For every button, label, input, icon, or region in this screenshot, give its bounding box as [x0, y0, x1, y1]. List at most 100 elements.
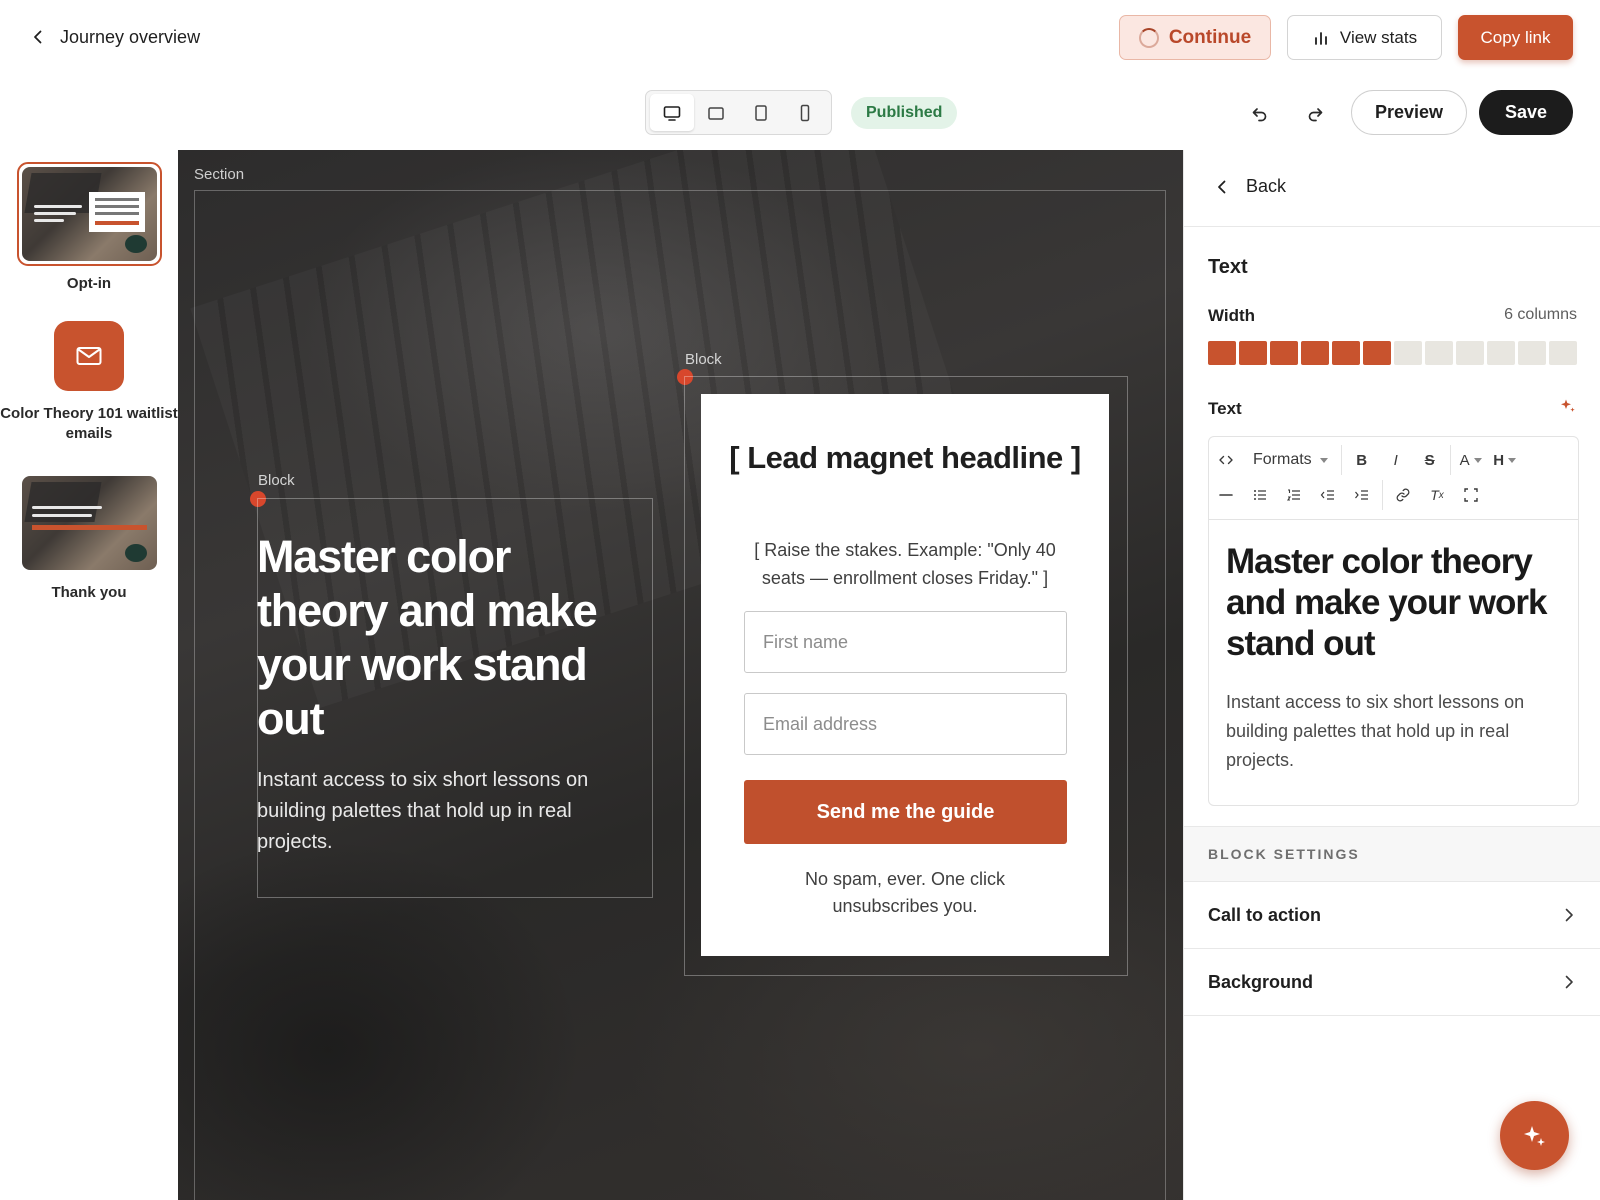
- width-column-cell[interactable]: [1301, 341, 1329, 365]
- tablet-portrait-icon: [754, 104, 767, 121]
- width-column-cell[interactable]: [1394, 341, 1422, 365]
- thumbnail-mug: [124, 544, 147, 562]
- first-name-input[interactable]: [744, 611, 1067, 673]
- step-label: Color Theory 101 waitlist emails: [0, 405, 178, 442]
- clear-formatting-button[interactable]: Tx: [1420, 480, 1454, 510]
- device-tablet-portrait-button[interactable]: [739, 94, 783, 131]
- chevron-down-icon: [1473, 457, 1482, 463]
- heading-dropdown[interactable]: H: [1488, 445, 1522, 475]
- top-bar: Journey overview Continue View stats Cop…: [0, 0, 1600, 75]
- thumbnail-line: [33, 219, 64, 222]
- horizontal-rule-button[interactable]: [1209, 480, 1243, 510]
- width-column-cell[interactable]: [1425, 341, 1453, 365]
- source-code-button[interactable]: [1209, 445, 1243, 475]
- device-desktop-button[interactable]: [650, 94, 695, 131]
- editor-content[interactable]: Master color theory and make your work s…: [1209, 519, 1578, 805]
- undo-button[interactable]: [1243, 97, 1277, 131]
- outdent-button[interactable]: [1311, 480, 1345, 510]
- link-icon: [1396, 488, 1410, 502]
- editor-headline[interactable]: Master color theory and make your work s…: [1226, 541, 1563, 664]
- horizontal-rule-icon: [1219, 494, 1233, 496]
- strikethrough-button[interactable]: S: [1413, 445, 1447, 475]
- lead-form-card: [ Lead magnet headline ] [ Raise the sta…: [701, 394, 1109, 956]
- text-color-dropdown[interactable]: A: [1454, 445, 1488, 475]
- continue-label: Continue: [1168, 26, 1252, 48]
- step-waitlist-emails[interactable]: Color Theory 101 waitlist emails: [0, 321, 178, 444]
- send-guide-button[interactable]: Send me the guide: [744, 780, 1067, 844]
- bar-chart-icon: [1315, 31, 1327, 45]
- bold-button[interactable]: B: [1345, 445, 1379, 475]
- step-thumbnail: [17, 471, 162, 575]
- mobile-icon: [800, 104, 810, 121]
- panel-back-button[interactable]: Back: [1214, 176, 1286, 197]
- sparkle-icon: [1523, 1125, 1545, 1146]
- formats-label: Formats: [1253, 451, 1312, 468]
- toolbar-separator: [1449, 445, 1451, 475]
- setting-label: Call to action: [1208, 904, 1322, 925]
- link-button[interactable]: [1386, 480, 1420, 510]
- section-label: Section: [194, 166, 245, 183]
- copy-link-button[interactable]: Copy link: [1458, 15, 1573, 60]
- fullscreen-icon: [1464, 488, 1478, 502]
- no-spam-note: No spam, ever. One click unsubscribes yo…: [804, 869, 1006, 916]
- width-label: Width: [1208, 306, 1256, 325]
- ai-sparkle-icon[interactable]: [1560, 398, 1576, 414]
- width-column-cell[interactable]: [1332, 341, 1360, 365]
- ai-assistant-button[interactable]: [1500, 1101, 1569, 1170]
- thumbnail-card-button: [94, 221, 139, 225]
- opt-in-thumbnail: [21, 167, 157, 261]
- width-column-cell[interactable]: [1456, 341, 1484, 365]
- step-thumbnail-selected: [16, 162, 162, 266]
- bullet-list-button[interactable]: [1243, 480, 1277, 510]
- chevron-down-icon: [1319, 457, 1328, 463]
- save-button[interactable]: Save: [1479, 90, 1573, 135]
- chevron-right-icon: [1565, 975, 1573, 989]
- hero-subheadline[interactable]: Instant access to six short lessons on b…: [257, 765, 637, 858]
- italic-button[interactable]: I: [1379, 445, 1413, 475]
- setting-background[interactable]: Background: [1184, 949, 1600, 1016]
- view-stats-button[interactable]: View stats: [1287, 15, 1442, 60]
- tablet-landscape-icon: [708, 106, 725, 120]
- lead-magnet-subtitle[interactable]: [ Raise the stakes. Example: "Only 40 se…: [741, 536, 1069, 592]
- preview-button[interactable]: Preview: [1351, 90, 1467, 135]
- published-status-badge: Published: [851, 97, 958, 129]
- numbered-list-button[interactable]: [1277, 480, 1311, 510]
- redo-icon: [1308, 108, 1323, 122]
- step-opt-in[interactable]: Opt-in: [0, 162, 178, 294]
- width-column-cell[interactable]: [1549, 341, 1577, 365]
- device-mobile-button[interactable]: [783, 94, 827, 131]
- outdent-icon: [1320, 490, 1334, 500]
- hero-headline[interactable]: Master color theory and make your work s…: [257, 530, 637, 746]
- continue-button[interactable]: Continue: [1119, 15, 1271, 60]
- journey-overview-link[interactable]: Journey overview: [30, 22, 200, 52]
- formats-dropdown[interactable]: Formats: [1243, 445, 1338, 475]
- width-value: 6 columns: [1504, 306, 1577, 323]
- block-label: Block: [258, 472, 295, 489]
- width-column-selector[interactable]: [1208, 341, 1577, 365]
- email-address-input[interactable]: [744, 693, 1067, 755]
- device-tablet-landscape-button[interactable]: [694, 94, 738, 131]
- editor-body-text[interactable]: Instant access to six short lessons on b…: [1226, 688, 1563, 775]
- width-column-cell[interactable]: [1270, 341, 1298, 365]
- thumbnail-card-line: [94, 205, 139, 208]
- redo-button[interactable]: [1298, 97, 1332, 131]
- thumbnail-card-line: [94, 212, 139, 215]
- step-thank-you[interactable]: Thank you: [0, 471, 178, 603]
- thumbnail-accent-bar: [31, 525, 147, 530]
- view-stats-label: View stats: [1339, 27, 1418, 47]
- chevron-left-icon: [1218, 180, 1226, 193]
- panel-back-label: Back: [1246, 176, 1287, 196]
- setting-call-to-action[interactable]: Call to action: [1184, 882, 1600, 949]
- properties-panel: Back Text Width 6 columns Text Formats B…: [1183, 150, 1600, 1200]
- width-column-cell[interactable]: [1518, 341, 1546, 365]
- lead-magnet-headline[interactable]: [ Lead magnet headline ]: [701, 438, 1109, 477]
- width-column-cell[interactable]: [1208, 341, 1236, 365]
- setting-label: Background: [1208, 971, 1314, 992]
- fullscreen-button[interactable]: [1454, 480, 1488, 510]
- chevron-left-icon: [34, 30, 42, 44]
- indent-button[interactable]: [1345, 480, 1379, 510]
- numbered-list-icon: [1286, 489, 1300, 501]
- width-column-cell[interactable]: [1239, 341, 1267, 365]
- width-column-cell[interactable]: [1363, 341, 1391, 365]
- width-column-cell[interactable]: [1487, 341, 1515, 365]
